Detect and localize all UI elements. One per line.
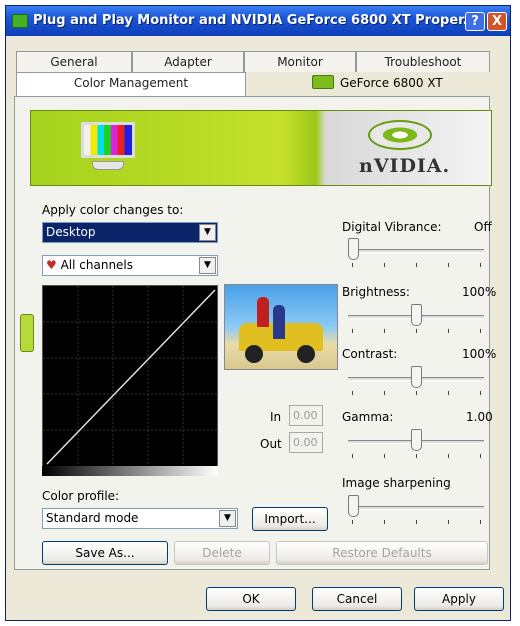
tab-troubleshoot[interactable]: Troubleshoot <box>356 51 490 72</box>
color-profile-label: Color profile: <box>42 489 120 503</box>
tab-general[interactable]: General <box>16 51 132 72</box>
contrast-slider[interactable] <box>344 364 490 400</box>
help-button[interactable]: ? <box>465 12 485 31</box>
collapse-tab-icon[interactable] <box>20 314 34 352</box>
apply-changes-label: Apply color changes to: <box>42 203 184 217</box>
brightness-value: 100% <box>462 285 497 299</box>
channel-value: All channels <box>60 258 134 272</box>
color-profile-value: Standard mode <box>46 511 139 525</box>
color-profile-select[interactable]: Standard mode ▼ <box>42 508 238 529</box>
digital-vibrance-label: Digital Vibrance: <box>342 220 442 234</box>
tab-gpu-name[interactable]: GeForce 6800 XT <box>340 76 443 90</box>
in-field[interactable]: 0.00 <box>289 405 323 426</box>
image-sharpening-label: Image sharpening <box>342 476 451 490</box>
contrast-label: Contrast: <box>342 347 398 361</box>
delete-button[interactable]: Delete <box>174 541 270 565</box>
nvidia-icon <box>312 75 334 89</box>
close-button[interactable]: X <box>487 12 507 31</box>
gamma-value: 1.00 <box>466 410 493 424</box>
digital-vibrance-slider[interactable] <box>344 236 490 272</box>
curve-plot <box>43 286 217 466</box>
ok-button[interactable]: OK <box>206 587 296 611</box>
cancel-button[interactable]: Cancel <box>312 587 402 611</box>
color-curve-graph[interactable] <box>42 285 218 475</box>
nvidia-logo-text: nVIDIA. <box>359 155 451 177</box>
gamma-label: Gamma: <box>342 410 394 424</box>
brightness-slider[interactable] <box>344 302 490 338</box>
curve-grid <box>43 286 217 466</box>
out-label: Out <box>260 437 282 451</box>
channels-icon: ♥ <box>46 258 57 272</box>
restore-defaults-button[interactable]: Restore Defaults <box>276 541 488 565</box>
monitor-icon <box>78 120 138 172</box>
apply-button[interactable]: Apply <box>414 587 504 611</box>
save-as-button[interactable]: Save As... <box>42 541 168 565</box>
in-label: In <box>270 410 282 424</box>
image-sharpening-slider[interactable] <box>344 493 490 529</box>
display-icon <box>12 14 28 28</box>
slider-thumb[interactable] <box>411 304 422 326</box>
out-field[interactable]: 0.00 <box>289 432 323 453</box>
apply-target-select[interactable]: Desktop ▼ <box>42 222 218 243</box>
import-button[interactable]: Import... <box>252 507 328 531</box>
slider-thumb[interactable] <box>411 429 422 451</box>
apply-target-value: Desktop <box>46 225 96 239</box>
tab-monitor[interactable]: Monitor <box>244 51 356 72</box>
gradient-bar <box>42 466 218 476</box>
slider-thumb[interactable] <box>348 238 359 260</box>
chevron-down-icon[interactable]: ▼ <box>199 257 216 274</box>
tab-color-management[interactable]: Color Management <box>16 72 246 96</box>
slider-thumb[interactable] <box>411 366 422 388</box>
title-bar[interactable]: Plug and Play Monitor and NVIDIA GeForce… <box>6 6 510 36</box>
slider-thumb[interactable] <box>348 495 359 517</box>
digital-vibrance-value: Off <box>474 220 492 234</box>
channel-select[interactable]: ♥ All channels ▼ <box>42 255 218 276</box>
chevron-down-icon[interactable]: ▼ <box>219 510 236 527</box>
window-title: Plug and Play Monitor and NVIDIA GeForce… <box>33 13 478 28</box>
gamma-curve-line[interactable] <box>46 289 216 465</box>
nvidia-eye-logo <box>368 120 432 150</box>
tab-adapter[interactable]: Adapter <box>132 51 244 72</box>
chevron-down-icon[interactable]: ▼ <box>199 224 216 241</box>
brightness-label: Brightness: <box>342 285 410 299</box>
preview-image <box>224 284 338 370</box>
contrast-value: 100% <box>462 347 497 361</box>
gamma-slider[interactable] <box>344 427 490 463</box>
